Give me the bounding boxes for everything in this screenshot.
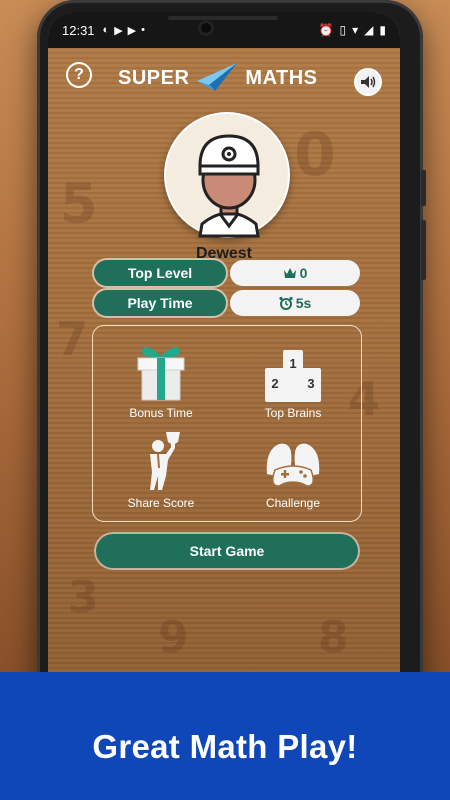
- battery-icon: ▮: [379, 23, 386, 37]
- play-time-label: Play Time: [94, 290, 226, 316]
- app-screen: 0 5 7 4 3 9 8 12:31 ◐ ▶ ▶ • ⏰ ▯ ▾ ◢ ▮ ? …: [48, 12, 400, 720]
- sound-toggle-button[interactable]: [354, 68, 382, 96]
- start-game-button[interactable]: Start Game: [96, 534, 358, 568]
- menu-panel: Bonus Time 1 2 3 Top Brains Share Score: [92, 325, 362, 522]
- crown-icon: [283, 268, 296, 278]
- challenge-label: Challenge: [265, 496, 321, 510]
- challenge-button[interactable]: Challenge: [233, 422, 353, 510]
- gamepad-players-icon: [266, 443, 320, 487]
- top-level-value: 0: [230, 260, 360, 286]
- player-avatar-icon: [198, 134, 260, 238]
- logo-text-right: MATHS: [245, 66, 318, 89]
- vibrate-icon: ▯: [339, 23, 347, 37]
- top-level-label: Top Level: [94, 260, 226, 286]
- youtube-icon: ▶: [114, 24, 123, 37]
- bonus-time-label: Bonus Time: [129, 406, 193, 420]
- front-camera: [198, 20, 214, 36]
- share-score-label: Share Score: [127, 496, 195, 510]
- paper-plane-icon: [197, 63, 238, 91]
- podium-number: 1: [289, 356, 296, 371]
- podium-number: 3: [307, 376, 314, 391]
- avatar[interactable]: [164, 112, 290, 238]
- podium-number: 2: [271, 376, 278, 391]
- app-logo: SUPER MATHS: [118, 60, 318, 96]
- dot-icon: •: [141, 24, 145, 36]
- alarm-clock-icon: [279, 296, 293, 310]
- top-brains-button[interactable]: 1 2 3 Top Brains: [233, 332, 353, 420]
- alarm-icon: ⏰: [318, 23, 334, 37]
- promo-tagline: Great Math Play!: [92, 728, 358, 765]
- earpiece: [168, 16, 278, 20]
- podium-icon: 1 2 3: [265, 350, 321, 402]
- signal-icon: ◢: [364, 23, 374, 37]
- top-brains-label: Top Brains: [264, 406, 322, 420]
- bonus-time-button[interactable]: Bonus Time: [101, 332, 221, 420]
- gift-icon: [137, 347, 185, 401]
- status-time: 12:31: [62, 22, 95, 38]
- share-score-button[interactable]: Share Score: [101, 422, 221, 510]
- play-time-value: 5s: [230, 290, 360, 316]
- logo-text-left: SUPER: [118, 66, 190, 89]
- trophy-person-icon: [150, 432, 180, 490]
- help-button[interactable]: ?: [66, 62, 92, 88]
- wifi-icon: ▾: [352, 23, 359, 37]
- data-saver-icon: ◐: [102, 24, 110, 36]
- speaker-icon: [361, 76, 376, 88]
- youtube-icon: ▶: [127, 24, 137, 37]
